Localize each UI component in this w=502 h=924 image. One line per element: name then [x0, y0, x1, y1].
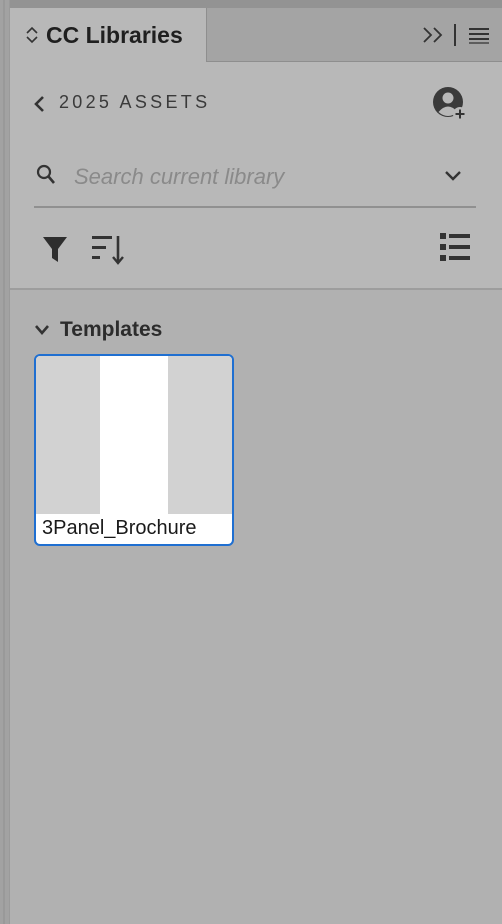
- panel-menu-icon[interactable]: [468, 26, 490, 44]
- tab-cc-libraries[interactable]: CC Libraries: [10, 8, 207, 62]
- chevron-down-icon[interactable]: [444, 169, 462, 183]
- brochure-panel-center: [100, 356, 168, 514]
- library-name[interactable]: 2025 ASSETS: [59, 92, 210, 113]
- library-header: 2025 ASSETS Search current library: [10, 62, 502, 290]
- search-input[interactable]: Search current library: [74, 164, 284, 190]
- panel-top-strip: [10, 0, 502, 8]
- cc-libraries-panel: CC Libraries 2025 ASSETS Search current …: [10, 0, 502, 924]
- dock-edge: [0, 0, 10, 924]
- divider: [454, 24, 456, 46]
- collapse-chevron-icon[interactable]: [34, 324, 50, 336]
- filter-icon[interactable]: [42, 234, 68, 264]
- sort-icon[interactable]: [92, 232, 124, 266]
- brochure-panel-right: [168, 356, 232, 514]
- expand-panel-icon[interactable]: [422, 26, 444, 44]
- search-icon: [36, 164, 55, 184]
- library-content: Templates 3Panel_Brochure: [10, 290, 502, 924]
- asset-thumbnail: [36, 356, 232, 514]
- brochure-panel-left: [36, 356, 100, 514]
- asset-name: 3Panel_Brochure: [42, 517, 197, 539]
- panel-tabbar: CC Libraries: [10, 8, 502, 62]
- tab-reorder-icon[interactable]: [24, 25, 40, 45]
- panel-controls: [422, 22, 490, 48]
- list-view-icon[interactable]: [440, 232, 470, 262]
- add-user-icon[interactable]: [432, 86, 468, 122]
- search-field[interactable]: Search current library: [34, 156, 476, 208]
- asset-tile[interactable]: 3Panel_Brochure: [34, 354, 234, 546]
- section-label: Templates: [60, 318, 163, 341]
- section-header-templates[interactable]: Templates: [34, 318, 162, 342]
- tab-title: CC Libraries: [46, 21, 183, 48]
- back-chevron-icon[interactable]: [32, 94, 46, 114]
